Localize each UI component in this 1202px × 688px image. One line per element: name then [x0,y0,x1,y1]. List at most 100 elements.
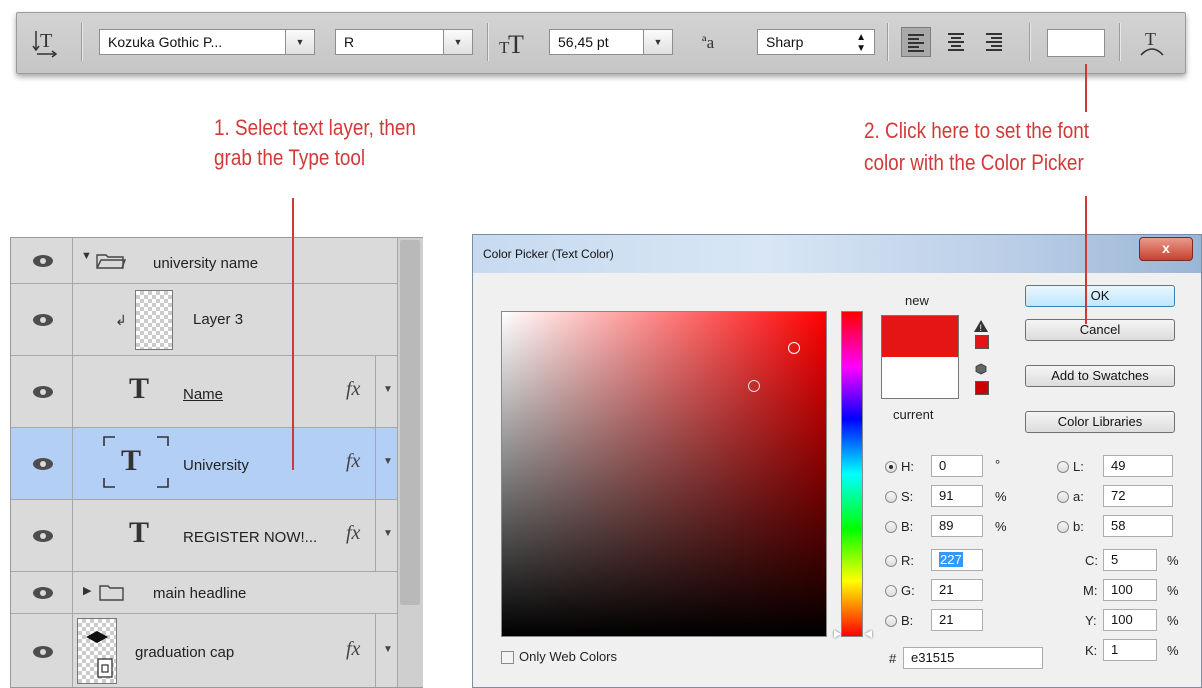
visibility-eye-icon[interactable] [33,587,53,599]
k-input[interactable]: 1 [1103,639,1157,661]
lab-b-input[interactable]: 58 [1103,515,1173,537]
hue-slider-right-handle[interactable] [865,630,872,638]
disclosure-closed-icon[interactable]: ▶ [83,584,91,597]
a-radio[interactable] [1057,491,1069,503]
visibility-eye-icon[interactable] [33,255,53,267]
l-radio[interactable] [1057,461,1069,473]
hue-slider-left-handle[interactable] [834,630,841,638]
l-input[interactable]: 49 [1103,455,1173,477]
dialog-title: Color Picker (Text Color) [483,247,614,261]
brightness-input[interactable]: 89 [931,515,983,537]
add-to-swatches-button[interactable]: Add to Swatches [1025,365,1175,387]
gamut-color-swatch[interactable] [975,335,989,349]
current-color-swatch[interactable] [881,357,959,399]
k-label: K: [1085,643,1098,658]
layer-row-university-name[interactable]: ▼ university name [11,238,397,284]
text-color-swatch[interactable] [1047,29,1105,57]
color-sample-marker[interactable] [788,342,800,354]
layer-row-layer-3[interactable]: ↲ Layer 3 [11,284,397,356]
warp-text-icon[interactable]: T [1137,25,1167,59]
out-of-gamut-warning-icon[interactable]: ! [973,319,989,336]
visibility-eye-icon[interactable] [33,314,53,326]
visibility-eye-icon[interactable] [33,530,53,542]
only-web-colors-checkbox[interactable] [501,651,514,664]
font-style-select[interactable]: R ▼ [335,29,473,55]
a-input[interactable]: 72 [1103,485,1173,507]
c-label: C: [1085,553,1098,568]
layer-row-university[interactable]: T University fx ▼ [11,428,397,500]
layer-name: Layer 3 [193,311,244,328]
layer-effects-icon[interactable]: fx [346,638,360,661]
s-input[interactable]: 91 [931,485,983,507]
brightness-radio[interactable] [885,521,897,533]
blue-input[interactable]: 21 [931,609,983,631]
saturation-brightness-field[interactable] [501,311,827,637]
layers-panel: ▼ university name ↲ Layer 3 T Name fx ▼ … [10,237,423,688]
font-style-value: R [344,34,355,50]
g-radio[interactable] [885,585,897,597]
y-input[interactable]: 100 [1103,609,1157,631]
g-input[interactable]: 21 [931,579,983,601]
layer-effects-icon[interactable]: fx [346,522,360,545]
chevron-down-icon[interactable]: ▼ [383,456,393,467]
r-label: R: [901,553,914,568]
lab-b-radio[interactable] [1057,521,1069,533]
layer-name: Name [183,386,224,403]
chevron-down-icon[interactable]: ▼ [383,644,393,655]
font-family-value: Kozuka Gothic P... [108,34,223,50]
cancel-button[interactable]: Cancel [1025,319,1175,341]
c-input[interactable]: 5 [1103,549,1157,571]
layers-scrollbar[interactable] [397,238,423,687]
spinner-arrows-icon[interactable]: ▲ ▼ [856,30,866,54]
layer-row-graduation-cap[interactable]: graduation cap fx ▼ [11,614,397,687]
web-safe-color-swatch[interactable] [975,381,989,395]
align-center-icon[interactable] [941,27,971,57]
brightness-label: B: [901,519,914,534]
chevron-down-icon[interactable]: ▼ [443,30,472,54]
color-sample-marker[interactable] [748,380,760,392]
dialog-titlebar[interactable]: Color Picker (Text Color) x [473,235,1201,273]
scrollbar-thumb[interactable] [400,240,420,605]
disclosure-open-icon[interactable]: ▼ [81,250,92,262]
h-input[interactable]: 0 [931,455,983,477]
ok-button[interactable]: OK [1025,285,1175,307]
anti-alias-select[interactable]: Sharp ▲ ▼ [757,29,875,55]
r-radio[interactable] [885,555,897,567]
lab-b-label: b: [1073,519,1084,534]
visibility-eye-icon[interactable] [33,646,53,658]
web-safe-cube-icon[interactable] [975,363,987,378]
close-button[interactable]: x [1139,237,1193,261]
m-input[interactable]: 100 [1103,579,1157,601]
chevron-down-icon[interactable]: ▼ [383,384,393,395]
align-left-icon[interactable] [901,27,931,57]
visibility-eye-icon[interactable] [33,386,53,398]
hue-slider[interactable] [841,311,863,637]
text-orientation-icon[interactable]: T [31,25,61,59]
layer-row-register-now[interactable]: T REGISTER NOW!... fx ▼ [11,500,397,572]
chevron-down-icon[interactable]: ▼ [643,30,672,54]
k-unit: % [1167,643,1179,658]
font-family-select[interactable]: Kozuka Gothic P... ▼ [99,29,315,55]
chevron-down-icon[interactable]: ▼ [285,30,314,54]
layer-effects-icon[interactable]: fx [346,378,360,401]
step2-pointer-line-over-dialog [1085,234,1087,324]
layer-row-name[interactable]: T Name fx ▼ [11,356,397,428]
text-layer-icon: T [121,444,142,477]
h-unit: ° [995,457,1001,472]
hex-input[interactable]: e31515 [903,647,1043,669]
separator [487,23,489,61]
font-size-field[interactable]: 56,45 pt ▼ [549,29,673,55]
h-radio[interactable] [885,461,897,473]
s-radio[interactable] [885,491,897,503]
r-input[interactable]: 227 [931,549,983,571]
step1-pointer-line-over-panel [292,237,294,470]
visibility-eye-icon[interactable] [33,458,53,470]
y-unit: % [1167,613,1179,628]
layer-row-main-headline[interactable]: ▶ main headline [11,572,397,614]
layer-effects-icon[interactable]: fx [346,450,360,473]
blue-radio[interactable] [885,615,897,627]
chevron-down-icon[interactable]: ▼ [383,528,393,539]
align-right-icon[interactable] [979,27,1009,57]
color-libraries-button[interactable]: Color Libraries [1025,411,1175,433]
layer-thumbnail-transparent [135,290,173,350]
